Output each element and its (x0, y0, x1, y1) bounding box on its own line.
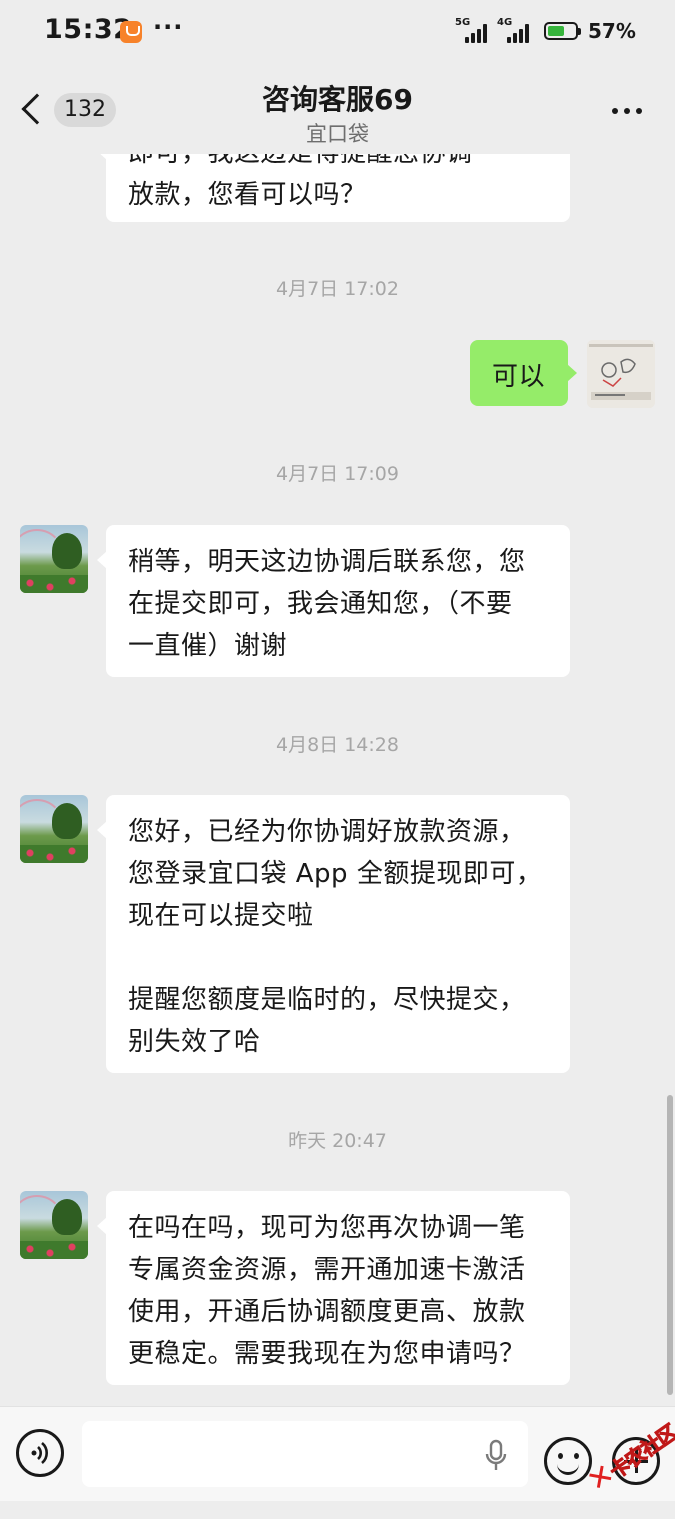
notification-app-icon (120, 21, 142, 43)
more-options-icon[interactable] (610, 106, 644, 116)
message-timestamp: 4月8日 14:28 (276, 734, 399, 756)
message-bubble-outgoing[interactable]: 可以 (470, 340, 577, 406)
emoji-icon[interactable] (544, 1437, 592, 1485)
message-bubble[interactable]: 即可，我这边是得提醒您协调 放款，您看可以吗？ (97, 154, 570, 222)
message-line: 即可，我这边是得提醒您协调 (128, 154, 548, 174)
chat-subtitle: 宜口袋 (306, 122, 369, 146)
status-bar: 15:32 ··· 5G 4G 57% (0, 0, 675, 66)
message-timestamp: 4月7日 17:02 (276, 278, 399, 300)
contact-avatar[interactable] (20, 525, 88, 593)
chat-title: 咨询客服69 (262, 83, 413, 116)
message-line: 在提交即可，我会通知您，（不要 (128, 589, 513, 619)
message-line: 您好，已经为你协调好放款资源， (128, 817, 526, 847)
microphone-icon[interactable] (484, 1439, 508, 1473)
message-line: 在吗在吗，现可为您再次协调一笔 (128, 1213, 526, 1243)
message-list[interactable]: 即可，我这边是得提醒您协调 放款，您看可以吗？ 4月7日 17:02 可以 4月… (0, 154, 675, 1406)
message-bubble[interactable]: 稍等，明天这边协调后联系您，您 在提交即可，我会通知您，（不要 一直催）谢谢 (97, 525, 570, 677)
scrollbar[interactable] (667, 1095, 673, 1395)
message-line: 专属资金资源，需开通加速卡激活 (128, 1255, 526, 1285)
chat-input-bar (0, 1406, 675, 1501)
message-line: 稍等，明天这边协调后联系您，您 (128, 547, 526, 577)
message-line: 使用，开通后协调额度更高、放款 (128, 1297, 526, 1327)
signal-4g-icon: 4G (497, 17, 537, 45)
battery-percent: 57% (588, 19, 636, 43)
message-timestamp: 4月7日 17:09 (276, 463, 399, 485)
plus-icon[interactable] (612, 1437, 660, 1485)
battery-icon (544, 22, 581, 40)
message-bubble[interactable]: 在吗在吗，现可为您再次协调一笔 专属资金资源，需开通加速卡激活 使用，开通后协调… (97, 1191, 570, 1385)
signal-5g-icon: 5G (455, 17, 495, 45)
contact-avatar[interactable] (20, 795, 88, 863)
message-line: 可以 (492, 362, 546, 392)
voice-icon[interactable] (16, 1429, 64, 1477)
message-bubble[interactable]: 您好，已经为你协调好放款资源， 您登录宜口袋 App 全额提现即可， 现在可以提… (97, 795, 570, 1073)
more-notifications-icon: ··· (153, 13, 184, 41)
chat-header: 132 咨询客服69 宜口袋 (0, 66, 675, 154)
message-line (128, 937, 548, 979)
message-line: 您登录宜口袋 App 全额提现即可， (128, 859, 543, 889)
message-line: 别失效了哈 (128, 1027, 261, 1057)
user-avatar[interactable] (587, 340, 655, 408)
message-line: 一直催）谢谢 (128, 631, 288, 661)
message-input[interactable] (82, 1421, 528, 1487)
message-line: 更稳定。需要我现在为您申请吗？ (128, 1339, 526, 1369)
message-line: 放款，您看可以吗？ (128, 180, 367, 210)
message-line: 提醒您额度是临时的，尽快提交， (128, 985, 526, 1015)
message-timestamp: 昨天 20:47 (288, 1130, 387, 1152)
message-line: 现在可以提交啦 (128, 901, 314, 931)
contact-avatar[interactable] (20, 1191, 88, 1259)
